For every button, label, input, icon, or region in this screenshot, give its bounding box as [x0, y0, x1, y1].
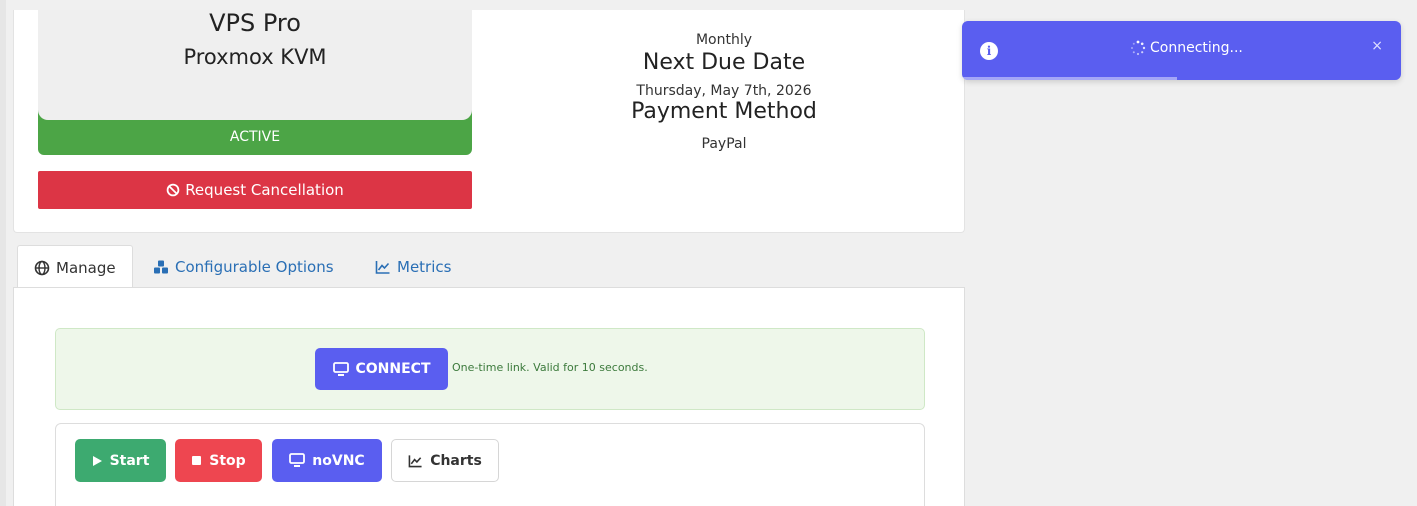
product-details-panel: VPS Pro Proxmox KVM ACTIVE Request Cance…: [13, 10, 965, 233]
product-status-box: VPS Pro Proxmox KVM ACTIVE: [38, 10, 472, 155]
line-chart-icon: [408, 454, 422, 467]
tab-manage-label: Manage: [56, 258, 116, 277]
toast-message-text: Connecting...: [1150, 40, 1243, 56]
start-button[interactable]: Start: [75, 439, 166, 482]
status-badge: ACTIVE: [229, 129, 281, 145]
connect-note: One-time link. Valid for 10 seconds.: [452, 361, 648, 374]
payment-method-value: PayPal: [701, 136, 747, 152]
connecting-toast: i Connecting... ×: [962, 21, 1401, 80]
billing-cycle: Monthly: [695, 32, 753, 48]
tab-metrics[interactable]: Metrics: [359, 245, 467, 288]
charts-button-label: Charts: [430, 452, 482, 469]
globe-icon: [34, 260, 50, 275]
product-info: VPS Pro Proxmox KVM: [38, 10, 472, 120]
start-button-label: Start: [109, 452, 150, 469]
next-due-date-value: Thursday, May 7th, 2026: [636, 83, 812, 99]
tab-manage[interactable]: Manage: [17, 245, 133, 289]
product-name: VPS Pro: [209, 9, 301, 37]
spinner-icon: [1131, 40, 1146, 56]
charts-button[interactable]: Charts: [391, 439, 499, 482]
tab-configurable-options-label: Configurable Options: [175, 257, 334, 276]
billing-info: Monthly Next Due Date Thursday, May 7th,…: [514, 20, 934, 152]
client-area-page: VPS Pro Proxmox KVM ACTIVE Request Cance…: [0, 0, 1417, 506]
cubes-icon: [154, 260, 168, 273]
product-group: Proxmox KVM: [183, 45, 327, 69]
manage-tab-panel: CONNECT One-time link. Valid for 10 seco…: [13, 287, 965, 506]
power-actions: Start Stop noVNC Charts: [55, 423, 925, 506]
desktop-icon: [332, 361, 349, 376]
close-icon[interactable]: ×: [1371, 38, 1383, 54]
connect-button-label: CONNECT: [355, 361, 431, 377]
tab-metrics-label: Metrics: [397, 257, 452, 276]
next-due-date-heading: Next Due Date: [642, 50, 806, 75]
ban-icon: [166, 183, 180, 197]
info-icon: i: [980, 42, 998, 60]
play-icon: [92, 455, 102, 466]
tab-configurable-options[interactable]: Configurable Options: [137, 245, 350, 288]
payment-method-heading: Payment Method: [631, 99, 817, 124]
toast-message: Connecting...: [1130, 40, 1243, 56]
stop-icon: [192, 456, 202, 465]
service-tabs: Manage Configurable Options Metrics: [13, 245, 965, 289]
connect-button[interactable]: CONNECT: [315, 348, 448, 390]
left-rail: [0, 0, 6, 506]
novnc-button[interactable]: noVNC: [272, 439, 382, 482]
request-cancellation-button[interactable]: Request Cancellation: [38, 171, 472, 209]
line-chart-icon: [375, 260, 390, 274]
stop-button[interactable]: Stop: [175, 439, 262, 482]
novnc-button-label: noVNC: [312, 452, 365, 469]
connect-alert: CONNECT One-time link. Valid for 10 seco…: [55, 328, 925, 410]
toast-progress-bar: [962, 77, 1178, 80]
stop-button-label: Stop: [209, 452, 246, 469]
cancel-button-label: Request Cancellation: [185, 181, 344, 199]
desktop-icon: [289, 453, 306, 467]
